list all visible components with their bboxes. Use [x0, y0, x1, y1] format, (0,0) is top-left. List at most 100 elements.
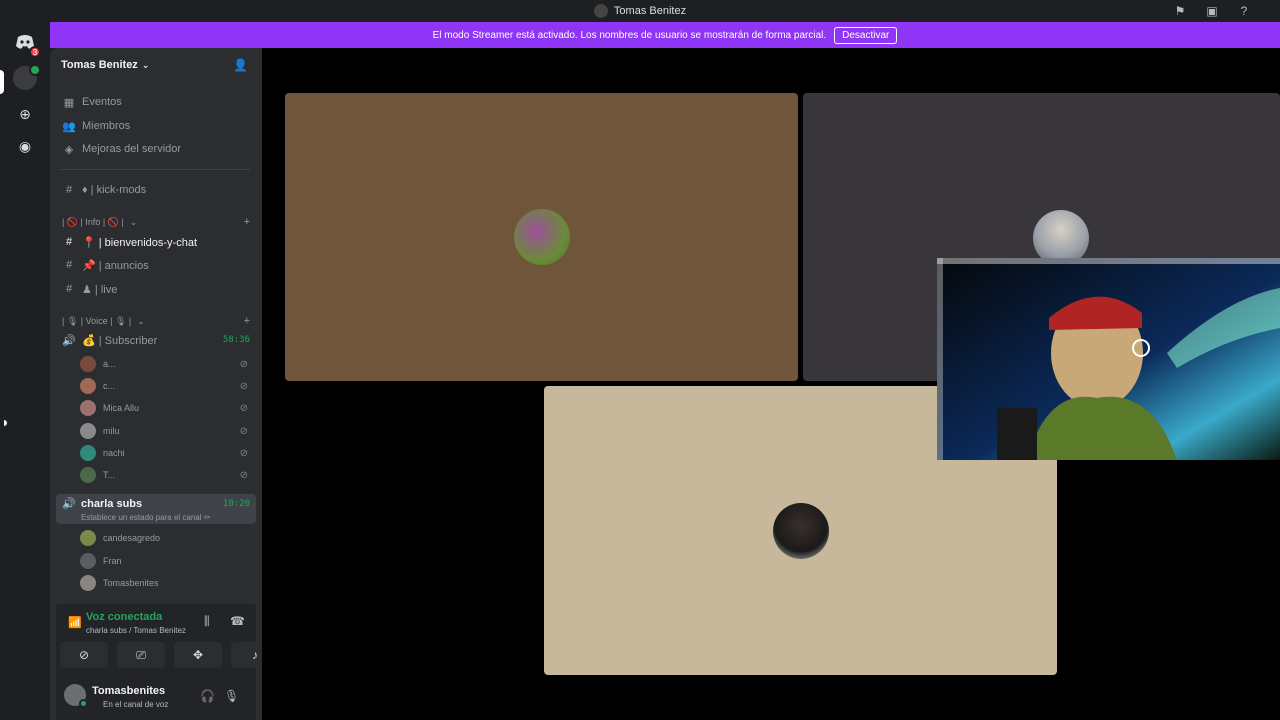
channel-live[interactable]: # ♟ | live: [56, 278, 256, 300]
add-server-icon[interactable]: ⊕: [13, 102, 37, 126]
voice-location[interactable]: charla subs / Tomas Benitez: [86, 626, 186, 635]
inbox-icon[interactable]: ▣: [1204, 3, 1220, 19]
channel-name: 📌 | anuncios: [82, 259, 149, 272]
hash-icon: #: [65, 184, 73, 196]
notification-badge: 3: [29, 46, 41, 58]
deactivate-button[interactable]: Desactivar: [834, 26, 898, 44]
voice-timer: 58:36: [222, 335, 250, 345]
username[interactable]: Tomasbenites: [92, 685, 165, 697]
add-channel-icon[interactable]: +: [244, 315, 250, 327]
deafened-icon: ⊘: [239, 402, 248, 414]
voice-member[interactable]: Fran: [80, 551, 256, 571]
category-info[interactable]: | 🚫 | Info | 🚫 | ⌄ +: [56, 211, 256, 233]
channel-bienvenidos[interactable]: # 📍 | bienvenidos-y-chat: [4, 231, 256, 426]
channel-name: ♟ | live: [82, 283, 118, 296]
voice-channel-charla-subs[interactable]: 🔊 charla subs 10:20 Establece un estado …: [56, 494, 256, 524]
participant-avatar: [513, 209, 570, 265]
member-name: nachi: [103, 448, 125, 458]
nav-label: Eventos: [82, 96, 122, 108]
voice-member[interactable]: Tomasbenites: [80, 573, 256, 593]
flag-icon[interactable]: ⚑: [1172, 3, 1188, 19]
channel-name: 💰 | Subscriber: [82, 334, 158, 347]
voice-member[interactable]: c... ⊘: [80, 376, 256, 396]
avatar: [80, 445, 96, 461]
nav-miembros[interactable]: 👥 Miembros: [56, 115, 256, 137]
discord-home-icon[interactable]: 3: [13, 30, 41, 58]
participant-tile[interactable]: [285, 93, 798, 381]
channel-sidebar: Tomas Benitez ⌄ 👤 ▦ Eventos 👥 Miembros ◈…: [4, 48, 279, 720]
noise-suppression-icon[interactable]: ⫼: [204, 614, 210, 629]
nav-eventos[interactable]: ▦ Eventos: [56, 91, 256, 113]
webcam-feed-image: [937, 258, 1280, 460]
avatar[interactable]: [64, 684, 88, 708]
member-name: candesagredo: [103, 533, 161, 543]
voice-channel-subscriber[interactable]: 🔊 💰 | Subscriber 58:36: [56, 329, 256, 351]
server-icon-tomas[interactable]: [13, 64, 41, 90]
channel-name: ♦ | kick-mods: [82, 184, 147, 196]
member-name: T...: [103, 470, 116, 480]
deafened-icon: ⊘: [239, 447, 248, 459]
explore-icon[interactable]: ◉: [13, 134, 37, 158]
member-name: c...: [103, 381, 116, 391]
server-header[interactable]: Tomas Benitez ⌄ 👤: [50, 48, 262, 82]
hash-icon: #: [65, 283, 73, 295]
camera-off-icon[interactable]: ⊘: [60, 642, 108, 668]
avatar: [80, 423, 96, 439]
voice-member[interactable]: T... ⊘: [80, 465, 256, 485]
avatar: [80, 467, 96, 483]
voice-connected-status[interactable]: Voz conectada: [86, 611, 162, 623]
voice-member[interactable]: a... ⊘: [80, 354, 256, 374]
participant-avatar: [772, 502, 829, 559]
divider: [60, 169, 250, 170]
voice-member[interactable]: milu ⊘: [80, 421, 256, 441]
deafened-icon: ⊘: [239, 425, 248, 437]
channel-name: charla subs: [81, 498, 143, 510]
help-icon[interactable]: ?: [1236, 3, 1252, 19]
channel-anuncios[interactable]: # 📌 | anuncios: [56, 254, 256, 276]
signal-icon: 📶: [68, 617, 82, 629]
server-name: Tomas Benitez: [61, 59, 138, 71]
headphones-icon[interactable]: 🎧: [200, 689, 215, 703]
voice-timer: 10:20: [222, 499, 250, 509]
voice-member[interactable]: candesagredo: [80, 528, 256, 548]
voice-member[interactable]: Mica Allu ⊘: [80, 398, 256, 418]
banner-text: El modo Streamer está activado. Los nomb…: [432, 29, 827, 41]
avatar: [80, 356, 96, 372]
category-name: | 🚫 | Info | 🚫 |: [62, 216, 124, 227]
nav-label: Mejoras del servidor: [82, 143, 182, 155]
deafened-icon: ⊘: [239, 380, 248, 392]
calendar-icon: ▦: [63, 96, 75, 109]
hash-icon: #: [65, 236, 73, 248]
avatar: [80, 400, 96, 416]
window-avatar: [593, 4, 608, 18]
title-bar-icons: ⚑ ▣ ?: [1172, 3, 1252, 19]
voice-active-dot: [29, 64, 41, 76]
voice-member[interactable]: nachi ⊘: [80, 443, 256, 463]
avatar: [80, 378, 96, 394]
channel-name: 📍 | bienvenidos-y-chat: [82, 236, 197, 249]
category-name: | 🎙 | Voice | 🎙 |: [62, 315, 132, 326]
streamer-mode-banner: El modo Streamer está activado. Los nomb…: [50, 22, 1280, 48]
member-name: Mica Allu: [103, 403, 140, 413]
title-bar: Tomas Benitez ⚑ ▣ ?: [0, 0, 1280, 22]
activities-icon[interactable]: ✥: [174, 642, 222, 668]
user-status: En el canal de voz: [103, 700, 169, 709]
channel-status[interactable]: Establece un estado para el canal ✏: [81, 513, 210, 522]
webcam-overlay: [937, 258, 1280, 460]
screen-share-icon[interactable]: ⎚: [117, 642, 165, 668]
nav-mejoras[interactable]: ◈ Mejoras del servidor: [56, 138, 256, 160]
chevron-down-icon: ⌄: [137, 315, 145, 326]
speaker-icon: 🔊: [62, 498, 76, 510]
member-name: Tomasbenites: [103, 578, 159, 588]
add-channel-icon[interactable]: +: [244, 216, 250, 228]
voice-action-buttons: ⊘ ⎚ ✥ ♪: [60, 642, 279, 668]
speaker-icon: 🔊: [62, 334, 76, 347]
member-name: milu: [103, 426, 120, 436]
avatar: [80, 575, 96, 591]
microphone-icon[interactable]: 🎙: [224, 689, 239, 703]
channel-kick-mods[interactable]: # ♦ | kick-mods: [56, 179, 256, 201]
member-name: Fran: [103, 556, 122, 566]
invite-icon[interactable]: 👤: [233, 58, 248, 72]
disconnect-icon[interactable]: ☎: [230, 614, 245, 628]
boost-icon: ◈: [64, 143, 74, 156]
